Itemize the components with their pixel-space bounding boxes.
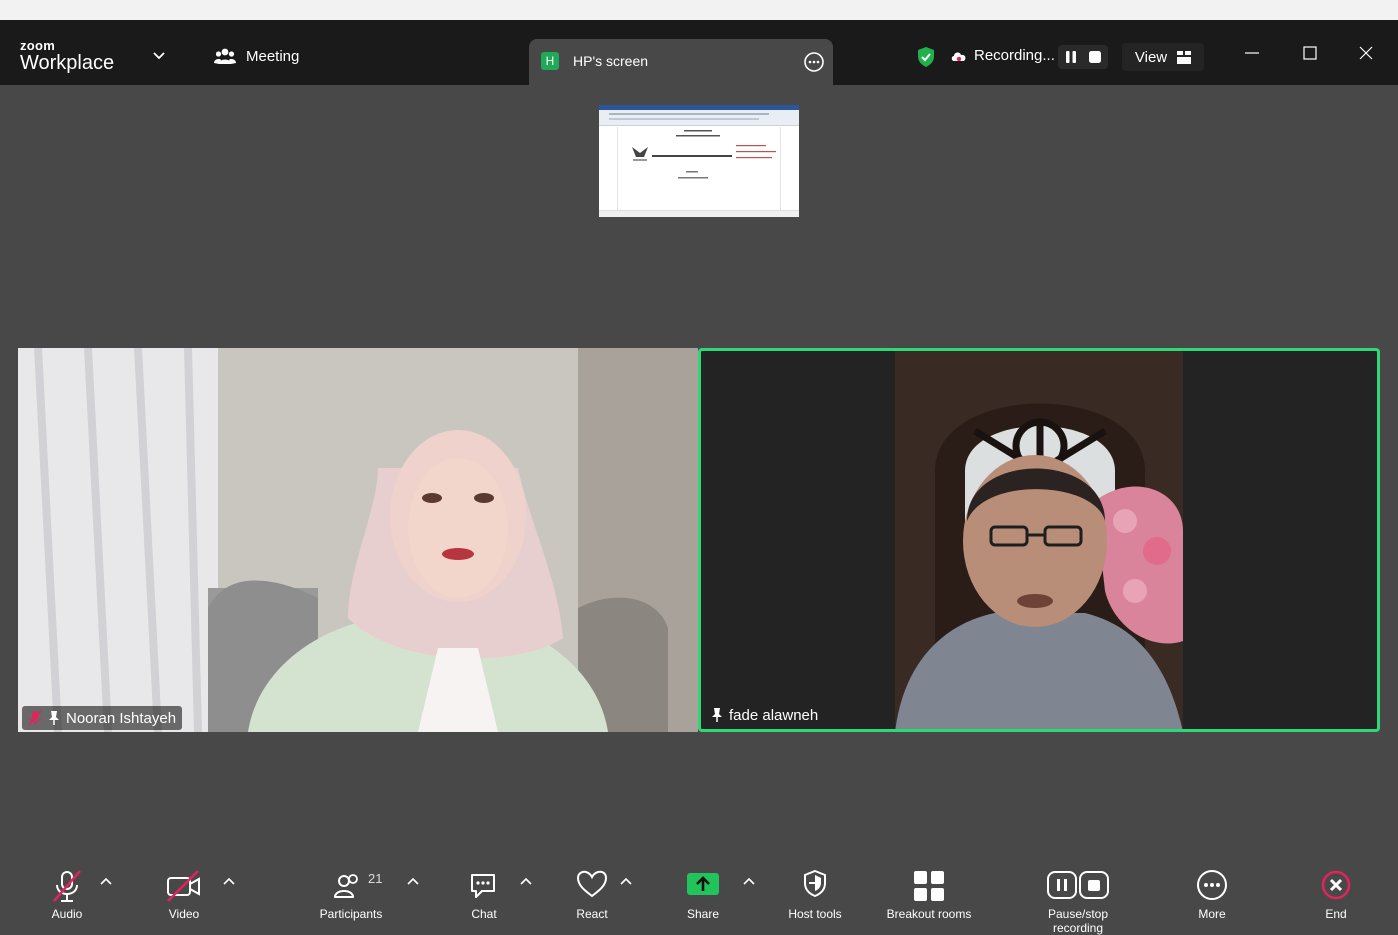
- chat-button[interactable]: [468, 869, 500, 909]
- participants-count: 21: [368, 871, 383, 886]
- participants-label: Participants: [319, 907, 383, 921]
- view-button[interactable]: View: [1122, 43, 1204, 71]
- recording-controls-label: Pause/stop recording: [1047, 907, 1109, 935]
- more-options-icon[interactable]: [803, 51, 825, 73]
- participant-video: [18, 348, 698, 732]
- brand-small: zoom: [20, 38, 56, 53]
- end-label: End: [1325, 907, 1347, 921]
- recording-controls-button[interactable]: [1046, 869, 1110, 909]
- video-label: Video: [168, 907, 200, 921]
- participant-name: Nooran Ishtayeh: [66, 709, 177, 727]
- document-page: [617, 127, 781, 211]
- title-bar: zoom Workplace Meeting H HP's screen Rec…: [0, 21, 1398, 85]
- recording-indicator[interactable]: Recording...: [950, 47, 1055, 64]
- active-speaker-tile[interactable]: fade alawneh: [698, 348, 1380, 732]
- recording-controls-icon: [1047, 871, 1109, 899]
- participants-button[interactable]: 21: [334, 869, 394, 909]
- react-label: React: [576, 907, 608, 921]
- desktop-top-strip: [0, 0, 1398, 20]
- share-icon: [687, 873, 719, 895]
- document-ribbon: [599, 105, 799, 126]
- audio-button[interactable]: [50, 869, 84, 909]
- cloud-recording-icon: [951, 51, 966, 61]
- more-label: More: [1198, 907, 1226, 921]
- chat-label: Chat: [471, 907, 497, 921]
- mic-muted-icon: [28, 710, 42, 726]
- document-status-bar: [599, 210, 799, 217]
- pin-icon: [712, 708, 722, 722]
- recording-controls: [1058, 45, 1108, 69]
- share-label: Share: [686, 907, 720, 921]
- close-icon[interactable]: [1358, 45, 1374, 61]
- chevron-down-icon[interactable]: [152, 51, 166, 61]
- minimize-icon[interactable]: [1244, 45, 1260, 61]
- brand-name: Workplace: [20, 52, 115, 74]
- share-screen-tab[interactable]: H HP's screen: [529, 39, 833, 85]
- chat-icon: [471, 874, 495, 898]
- gallery-view-icon: [1177, 50, 1192, 64]
- participant-video: [895, 351, 1183, 729]
- chat-options-chevron-icon[interactable]: [520, 877, 532, 885]
- participant-name: fade alawneh: [729, 706, 819, 724]
- react-button[interactable]: [576, 869, 608, 909]
- host-tools-label: Host tools: [788, 907, 842, 921]
- participants-options-chevron-icon[interactable]: [407, 877, 419, 885]
- host-tools-button[interactable]: [802, 869, 828, 909]
- participant-name-tag: Nooran Ishtayeh: [22, 706, 183, 730]
- maximize-icon[interactable]: [1302, 45, 1318, 61]
- video-off-icon: [167, 870, 200, 902]
- pin-icon: [49, 711, 59, 725]
- meeting-tab[interactable]: Meeting: [214, 47, 299, 65]
- breakout-rooms-button[interactable]: [912, 869, 946, 909]
- meeting-icon: [214, 48, 236, 64]
- meeting-toolbar: 21 Audio Video Participants Chat React S…: [0, 843, 1398, 935]
- view-label: View: [1134, 48, 1168, 66]
- react-options-chevron-icon[interactable]: [620, 877, 632, 885]
- share-button[interactable]: [686, 869, 720, 909]
- host-tools-icon: [804, 869, 826, 898]
- share-options-chevron-icon[interactable]: [743, 877, 755, 885]
- recording-label: Recording...: [974, 47, 1055, 64]
- breakout-rooms-label: Breakout rooms: [886, 907, 972, 921]
- participants-icon: [334, 874, 358, 898]
- video-options-chevron-icon[interactable]: [223, 877, 235, 885]
- zoom-workplace-logo: zoom Workplace: [20, 39, 114, 73]
- video-button[interactable]: [166, 869, 202, 909]
- end-meeting-button[interactable]: [1320, 869, 1352, 909]
- audio-label: Audio: [51, 907, 83, 921]
- audio-options-chevron-icon[interactable]: [100, 877, 112, 885]
- zoom-window: zoom Workplace Meeting H HP's screen Rec…: [0, 20, 1398, 935]
- more-icon: [1197, 870, 1227, 900]
- mic-muted-icon: [53, 870, 81, 902]
- pause-recording-icon[interactable]: [1065, 51, 1077, 63]
- react-icon: [576, 870, 608, 898]
- share-badge: H: [541, 52, 559, 70]
- breakout-rooms-icon: [914, 871, 944, 901]
- shared-screen-thumbnail[interactable]: [599, 105, 799, 217]
- encryption-shield-icon[interactable]: [916, 46, 936, 68]
- participant-tile[interactable]: Nooran Ishtayeh: [18, 348, 698, 732]
- participant-name-tag: fade alawneh: [705, 703, 824, 727]
- share-tab-label: HP's screen: [573, 53, 649, 69]
- more-button[interactable]: [1196, 869, 1228, 909]
- end-icon: [1321, 870, 1351, 900]
- meeting-label: Meeting: [246, 47, 300, 65]
- stop-recording-icon[interactable]: [1089, 51, 1101, 63]
